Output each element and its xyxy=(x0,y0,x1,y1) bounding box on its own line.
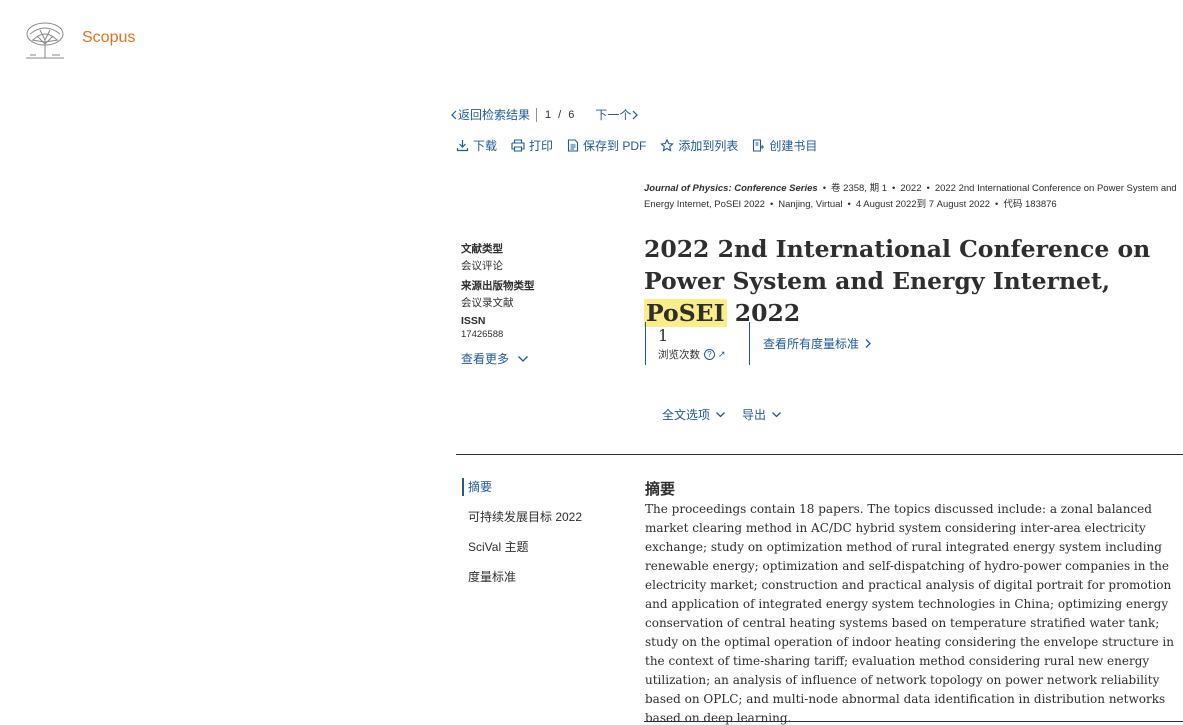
save-pdf-label: 保存到 PDF xyxy=(583,139,647,153)
issn-label: ISSN xyxy=(461,315,486,327)
section-nav-metrics[interactable]: 度量标准 xyxy=(462,568,632,598)
star-icon xyxy=(660,139,675,152)
page-slash: / xyxy=(558,108,562,121)
document-toolbar: 下载 打印 保存到 PDF 添加到列表 创建书目 xyxy=(456,137,831,154)
conference-code: 代码 183876 xyxy=(1003,199,1057,210)
result-navigation: 返回检索结果 1 / 6 下一个 xyxy=(450,106,639,123)
document-metadata: 文献类型 会议评论 来源出版物类型 会议录文献 ISSN 17426588 查看… xyxy=(461,241,621,367)
abstract-heading: 摘要 xyxy=(645,481,676,498)
create-bibliography-label: 创建书目 xyxy=(769,139,818,153)
views-count: 1 xyxy=(658,326,669,345)
print-icon xyxy=(511,139,525,152)
chevron-right-icon xyxy=(865,339,871,348)
chevron-right-icon xyxy=(632,110,639,119)
source-type-value: 会议录文献 xyxy=(461,297,514,309)
document-title: 2022 2nd International Conference on Pow… xyxy=(644,233,1174,329)
source-type-label: 来源出版物类型 xyxy=(461,280,535,292)
section-nav-sdg[interactable]: 可持续发展目标 2022 xyxy=(462,508,632,538)
download-icon xyxy=(456,140,469,152)
pdf-icon xyxy=(567,139,579,152)
page-current: 1 xyxy=(545,108,552,121)
print-button[interactable]: 打印 xyxy=(511,137,553,154)
back-to-results-link[interactable]: 返回检索结果 xyxy=(450,106,530,123)
chevron-down-icon xyxy=(518,355,528,362)
journal-link[interactable]: Journal of Physics: Conference Series xyxy=(644,183,818,194)
source-info: Journal of Physics: Conference Series • 卷 … xyxy=(644,183,1177,210)
create-bibliography-button[interactable]: 创建书目 xyxy=(752,137,817,154)
scopus-brand-link[interactable]: Scopus xyxy=(82,29,135,47)
view-all-metrics-link[interactable]: 查看所有度量标准 xyxy=(750,322,872,365)
abstract-divider xyxy=(644,721,1183,722)
export-label: 导出 xyxy=(742,408,767,422)
chevron-down-icon xyxy=(716,411,725,417)
full-text-options-button[interactable]: 全文选项 xyxy=(662,406,726,423)
full-text-options-label: 全文选项 xyxy=(662,408,711,422)
issn-value: 17426588 xyxy=(461,329,504,340)
section-nav-scival[interactable]: SciVal 主题 xyxy=(462,538,632,568)
conference-dates: 4 August 2022到 7 August 2022 xyxy=(855,199,991,210)
doc-type-value: 会议评论 xyxy=(461,260,503,272)
section-nav: 摘要 可持续发展目标 2022 SciVal 主题 度量标准 xyxy=(462,478,632,598)
views-label: 浏览次数 xyxy=(658,349,700,361)
section-divider xyxy=(456,454,1183,455)
page-total: 6 xyxy=(568,108,575,121)
view-all-metrics-label: 查看所有度量标准 xyxy=(763,337,860,351)
views-metric: 1 浏览次数 ? ↗ xyxy=(646,322,749,365)
section-nav-abstract[interactable]: 摘要 xyxy=(462,478,632,496)
print-label: 打印 xyxy=(529,139,554,153)
next-result-link[interactable]: 下一个 xyxy=(595,106,639,123)
save-pdf-button[interactable]: 保存到 PDF xyxy=(567,137,646,154)
view-more-label: 查看更多 xyxy=(461,352,510,366)
abstract-text: The proceedings contain 18 papers. The t… xyxy=(645,502,1174,725)
chevron-down-icon xyxy=(772,411,781,417)
chevron-left-icon xyxy=(451,110,457,119)
location: Nanjing, Virtual xyxy=(778,199,843,210)
elsevier-tree-icon[interactable] xyxy=(22,20,68,60)
doc-type-label: 文献类型 xyxy=(461,243,503,255)
bibliography-icon xyxy=(753,139,765,152)
year: 2022 xyxy=(900,183,922,194)
nav-divider xyxy=(536,107,538,122)
external-link-icon[interactable]: ↗ xyxy=(718,349,726,360)
document-options: 全文选项 导出 xyxy=(662,406,798,423)
volume-issue: 卷 2358, 期 1 xyxy=(831,183,888,194)
title-text: 2022 2nd International Conference on Pow… xyxy=(644,235,1151,295)
metrics-panel: 1 浏览次数 ? ↗ 查看所有度量标准 xyxy=(645,322,872,365)
add-to-list-label: 添加到列表 xyxy=(678,139,739,153)
view-more-button[interactable]: 查看更多 xyxy=(461,350,621,367)
add-to-list-button[interactable]: 添加到列表 xyxy=(660,137,738,154)
download-button[interactable]: 下载 xyxy=(456,137,497,154)
export-button[interactable]: 导出 xyxy=(742,406,782,423)
help-icon[interactable]: ? xyxy=(704,349,715,360)
next-label: 下一个 xyxy=(595,108,632,122)
download-label: 下载 xyxy=(473,139,498,153)
back-label: 返回检索结果 xyxy=(458,108,531,122)
